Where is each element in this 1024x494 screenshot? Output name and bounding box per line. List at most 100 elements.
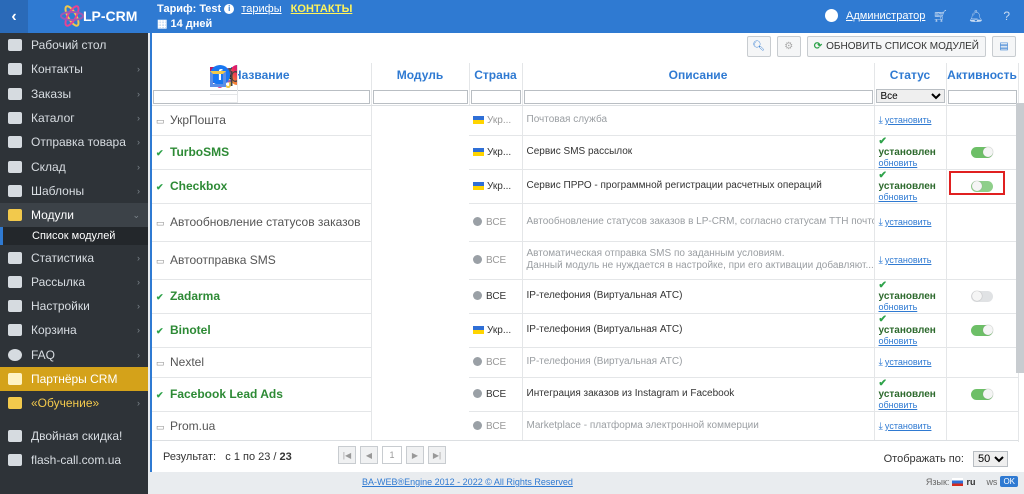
- filter-active-input[interactable]: [947, 89, 1017, 104]
- sidebar-item-desktop[interactable]: Рабочий стол: [0, 33, 148, 57]
- sidebar-item-orders[interactable]: Заказы ›: [0, 82, 148, 106]
- sidebar-item-flash-call[interactable]: flash-call.com.ua: [0, 448, 148, 472]
- sidebar-item-trash[interactable]: Корзина ›: [0, 318, 148, 342]
- sidebar-item-contacts[interactable]: Контакты ›: [0, 57, 148, 81]
- ukraine-flag-icon: [473, 181, 484, 190]
- module-description: Сервис ПРРО - программной регистрации ра…: [522, 169, 875, 204]
- sidebar-item-label: Шаблоны: [31, 183, 85, 198]
- filter-status-select[interactable]: Все: [875, 89, 945, 104]
- sidebar-item-double-discount[interactable]: Двойная скидка!: [0, 423, 148, 447]
- table-footer: Результат: с 1 по 23 / 23 |◀ ◀ 1 ▶ ▶| От…: [152, 440, 1018, 472]
- activity-toggle[interactable]: [971, 290, 993, 302]
- tariffs-link[interactable]: тарифы: [241, 3, 281, 15]
- per-page-select[interactable]: 50: [973, 451, 1008, 467]
- sidebar-item-label: Контакты: [31, 62, 83, 77]
- tariff-value: Test: [199, 3, 222, 15]
- first-page-button[interactable]: |◀: [338, 446, 356, 464]
- vertical-scrollbar[interactable]: [1016, 103, 1024, 373]
- sidebar-item-label: Склад: [31, 159, 66, 174]
- header-name[interactable]: Название: [152, 63, 372, 87]
- table-row[interactable]: ✔ Facebook Lead Ads f ВСЕ Интеграция зака…: [152, 65, 1019, 412]
- page-number[interactable]: 1: [382, 446, 402, 464]
- install-link[interactable]: установить: [885, 115, 932, 126]
- filter-description-input[interactable]: [523, 89, 873, 104]
- days-text: 14 дней: [170, 18, 213, 30]
- sidebar-item-templates[interactable]: Шаблоны ›: [0, 179, 148, 203]
- sidebar-item-partners[interactable]: Партнёры CRM: [0, 366, 148, 392]
- user-name[interactable]: Администратор: [846, 10, 925, 22]
- header-description[interactable]: Описание: [522, 63, 875, 87]
- filter-name-input[interactable]: [153, 89, 370, 104]
- update-link[interactable]: обновить: [879, 158, 946, 169]
- search-button[interactable]: 🔍︎: [746, 36, 771, 57]
- table-row[interactable]: ▭ Автоотправка SMS ВСЕ Автоматическая отп…: [152, 65, 1019, 280]
- results-range: с 1 по 23 /: [225, 451, 277, 463]
- prev-page-button[interactable]: ◀: [360, 446, 378, 464]
- filter-module-input[interactable]: [372, 89, 468, 104]
- modules-table: Название Модуль Страна Описание Статус А…: [152, 63, 1019, 442]
- sidebar: Рабочий стол Контакты › Заказы › Каталог › …: [0, 33, 148, 494]
- install-link[interactable]: установить: [885, 217, 932, 228]
- collapse-sidebar-button[interactable]: ‹: [0, 0, 28, 33]
- table-row[interactable]: ✔Checkbox checkbox Укр... Сервис ПРРО - …: [152, 65, 1019, 204]
- table-row[interactable]: ▭ Автообновление статусов заказов ВСЕ Авт…: [152, 65, 1019, 242]
- chevron-right-icon: ›: [137, 64, 140, 75]
- module-active: [946, 105, 1019, 136]
- sidebar-item-warehouse[interactable]: Склад ›: [0, 154, 148, 178]
- update-link[interactable]: обновить: [879, 192, 946, 203]
- table-row[interactable]: ✔Zadarma Z Zadarma ВСЕ IP-телефония (Вир…: [152, 65, 1019, 314]
- table-row[interactable]: ▭УкрПошта ●УКРПОШТА Укр... Почтовая служ…: [152, 65, 1019, 136]
- bell-icon[interactable]: 🔔︎: [968, 9, 983, 23]
- sidebar-item-mailing[interactable]: Рассылка ›: [0, 270, 148, 294]
- header-country[interactable]: Страна: [469, 63, 523, 87]
- module-description: Marketplace - платформа электронной комм…: [522, 411, 875, 442]
- header-module[interactable]: Модуль: [371, 63, 470, 87]
- header-status[interactable]: Статус: [874, 63, 947, 87]
- sidebar-item-faq[interactable]: FAQ ›: [0, 343, 148, 367]
- install-link[interactable]: установить: [885, 421, 932, 432]
- video-icon: [8, 397, 22, 410]
- cart-icon[interactable]: 🛒︎: [933, 9, 948, 23]
- sidebar-item-learning[interactable]: «Обучение» ›: [0, 391, 148, 415]
- sidebar-item-statistics[interactable]: Статистика ›: [0, 245, 148, 269]
- sidebar-item-modules[interactable]: Модули ⌄: [0, 203, 148, 228]
- header-active[interactable]: Активность: [946, 63, 1019, 87]
- sidebar-item-catalog[interactable]: Каталог ›: [0, 106, 148, 130]
- sidebar-item-label: Партнёры CRM: [31, 372, 118, 386]
- update-link[interactable]: обновить: [879, 302, 946, 313]
- filter-active-cell: [946, 87, 1019, 106]
- ok-button[interactable]: OK: [1000, 476, 1018, 487]
- activity-toggle[interactable]: [971, 324, 993, 336]
- module-country: Укр...: [469, 105, 523, 136]
- handshake-icon: [8, 373, 22, 385]
- language-value[interactable]: ru: [966, 477, 975, 487]
- table-row[interactable]: ▭Nextel NEXTEL ВСЕ IP-телефония (Виртуал…: [152, 65, 1019, 378]
- module-name: ▭ Nextel: [152, 347, 372, 378]
- copyright-link[interactable]: BA-WEB®Engine 2012 - 2022 © All Rights R…: [362, 477, 573, 487]
- activity-toggle[interactable]: [971, 388, 993, 400]
- table-row[interactable]: ▭Prom.ua prom ВСЕ Marketplace - платформ…: [152, 65, 1019, 442]
- update-link[interactable]: обновить: [879, 400, 946, 411]
- sidebar-item-shipping[interactable]: Отправка товара ›: [0, 130, 148, 154]
- sidebar-item-settings[interactable]: Настройки ›: [0, 294, 148, 318]
- filter-country-input[interactable]: [470, 89, 521, 104]
- sidebar-subitem-module-list[interactable]: Список модулей: [0, 227, 148, 246]
- user-menu[interactable]: Администратор: [825, 9, 925, 22]
- table-row[interactable]: ✔TurboSMS TurboSMS Укр... Сервис SMS рас…: [152, 65, 1019, 170]
- install-link[interactable]: установить: [885, 357, 932, 368]
- table-row[interactable]: ✔Binotel binotel Укр... IP-телефония (Ви…: [152, 65, 1019, 348]
- info-icon[interactable]: i: [224, 4, 235, 15]
- globe-icon: [473, 255, 482, 265]
- next-page-button[interactable]: ▶: [406, 446, 424, 464]
- activity-toggle[interactable]: [971, 146, 993, 158]
- settings-button[interactable]: ⚙: [776, 36, 801, 57]
- filter-country-cell: [469, 87, 523, 106]
- help-icon[interactable]: ?: [1003, 9, 1010, 23]
- chart-icon: [8, 251, 22, 264]
- update-link[interactable]: обновить: [879, 336, 946, 347]
- last-page-button[interactable]: ▶|: [428, 446, 446, 464]
- contacts-link[interactable]: КОНТАКТЫ: [291, 3, 353, 15]
- update-modules-button[interactable]: ⟳ ОБНОВИТЬ СПИСОК МОДУЛЕЙ: [806, 36, 986, 57]
- install-link[interactable]: установить: [885, 255, 932, 266]
- export-button[interactable]: ▤: [992, 36, 1016, 57]
